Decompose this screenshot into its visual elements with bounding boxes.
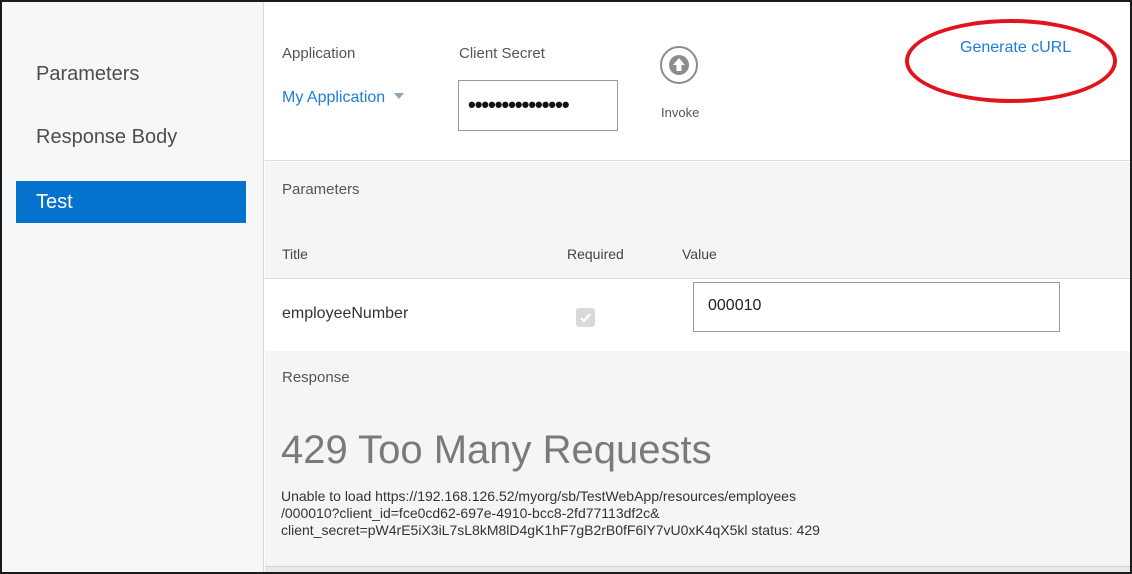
parameter-name: employeeNumber (282, 305, 409, 322)
invoke-button[interactable] (660, 46, 698, 84)
table-row: employeeNumber 000010 (265, 278, 1130, 350)
application-dropdown-value: My Application (282, 89, 386, 106)
response-heading: Response (282, 369, 350, 386)
column-header-title: Title (282, 246, 308, 262)
sidebar-item-parameters[interactable]: Parameters (16, 53, 246, 95)
api-test-panel: Parameters Response Body Test Applicatio… (0, 0, 1132, 574)
parameters-heading: Parameters (282, 181, 360, 198)
sidebar: Parameters Response Body Test (2, 2, 264, 572)
sidebar-item-response-body[interactable]: Response Body (16, 116, 246, 158)
response-section: Response 429 Too Many Requests Unable to… (265, 351, 1130, 572)
response-message-line: Unable to load https://192.168.126.52/my… (281, 488, 796, 504)
invoke-label: Invoke (661, 105, 700, 120)
divider (265, 566, 1130, 572)
parameters-section: Parameters Title Required Value employee… (265, 162, 1130, 350)
client-secret-input[interactable]: ••••••••••••••• (458, 80, 618, 131)
response-message-line: /000010?client_id=fce0cd62-697e-4910-bcc… (281, 505, 660, 521)
required-checkbox (576, 308, 595, 327)
application-dropdown[interactable]: My Application (282, 89, 405, 107)
column-header-value: Value (682, 246, 717, 262)
chevron-down-icon (394, 93, 405, 99)
response-status: 429 Too Many Requests (281, 428, 712, 472)
column-header-required: Required (567, 246, 624, 262)
highlight-annotation-circle (905, 19, 1117, 103)
parameter-value-input[interactable]: 000010 (693, 282, 1060, 332)
response-message: Unable to load https://192.168.126.52/my… (281, 488, 1041, 539)
client-secret-label: Client Secret (459, 45, 545, 62)
sidebar-item-test[interactable]: Test (16, 181, 246, 223)
application-label: Application (282, 45, 356, 62)
response-message-line: client_secret=pW4rE5iX3iL7sL8kM8lD4gK1hF… (281, 522, 820, 538)
test-toolbar: Application My Application Client Secret… (265, 2, 1130, 161)
arrow-up-icon (669, 55, 689, 75)
checkmark-icon (580, 313, 591, 323)
